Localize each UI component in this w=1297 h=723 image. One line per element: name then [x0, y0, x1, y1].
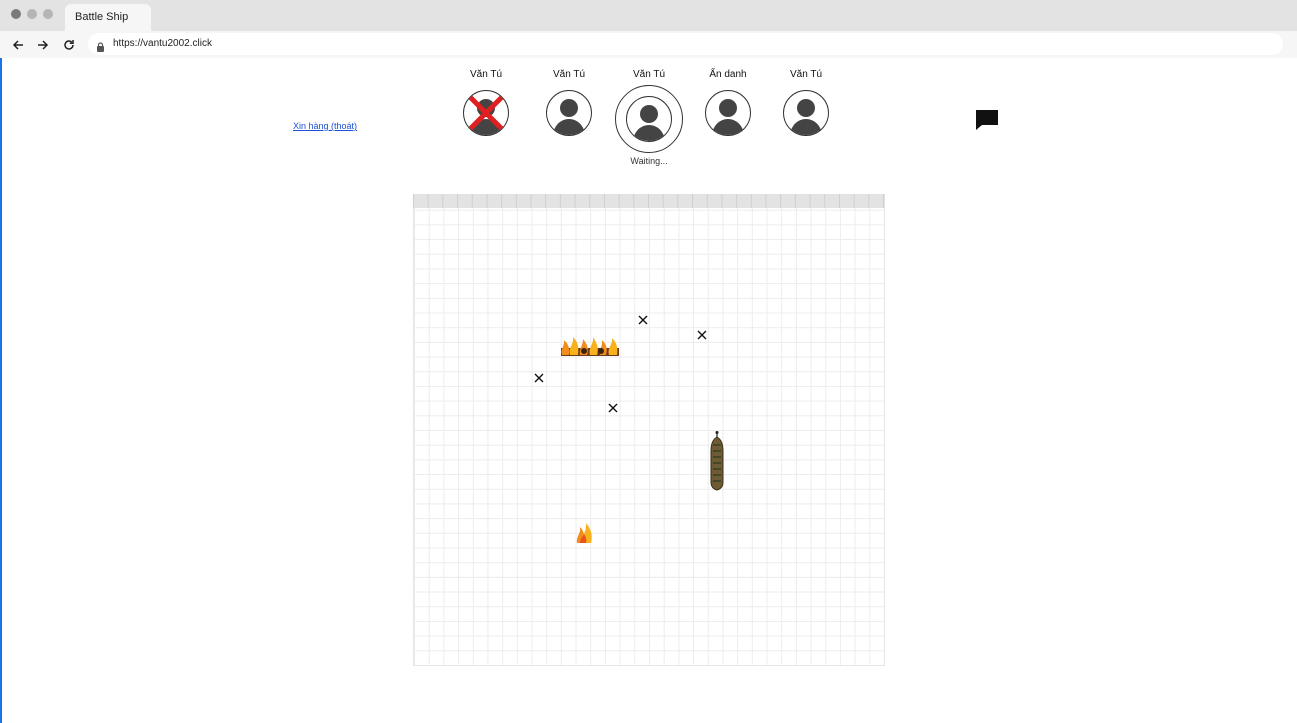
player-name: Văn Tú: [632, 69, 666, 80]
user-avatar-icon: [783, 90, 829, 136]
board-header-row: [413, 194, 885, 208]
game-board[interactable]: [413, 194, 885, 666]
miss-mark-icon: [697, 330, 707, 340]
back-arrow-icon[interactable]: [9, 36, 27, 54]
user-avatar-icon: [626, 96, 672, 142]
maximize-window-dot[interactable]: [43, 9, 53, 19]
waiting-status: Waiting...: [630, 156, 668, 166]
ship-icon: [709, 431, 725, 496]
tab-title: Battle Ship: [75, 11, 129, 23]
user-avatar-icon: [705, 90, 751, 136]
browser-tab[interactable]: Battle Ship: [65, 4, 151, 31]
player-name: Văn Tú: [552, 69, 586, 80]
miss-mark-icon: [534, 373, 544, 383]
miss-mark-icon: [638, 315, 648, 325]
burning-ship-icon: [560, 333, 620, 362]
active-turn-ring: [615, 85, 683, 153]
player-slot-2: Văn Tú: [529, 68, 609, 136]
red-x-icon: [467, 94, 505, 132]
url-text: https://vantu2002.click: [113, 38, 212, 49]
close-window-dot[interactable]: [11, 9, 21, 19]
player-slot-3: Văn Tú Waiting...: [609, 68, 689, 166]
browser-tab-bar: Battle Ship: [0, 0, 1297, 31]
chat-bubble-icon[interactable]: [975, 108, 999, 137]
player-name: Văn Tú: [789, 69, 823, 80]
minimize-window-dot[interactable]: [27, 9, 37, 19]
browser-toolbar: https://vantu2002.click: [0, 31, 1297, 58]
player-slot-1: Văn Tú: [446, 68, 526, 136]
user-avatar-icon: [546, 90, 592, 136]
player-slot-4: Ẩn danh: [688, 68, 768, 136]
miss-mark-icon: [608, 403, 618, 413]
forward-arrow-icon[interactable]: [34, 36, 52, 54]
game-page: Xin hàng (thoát) Văn Tú Văn Tú Văn Tú Wa…: [0, 58, 1297, 723]
surrender-link[interactable]: Xin hàng (thoát): [293, 121, 357, 131]
user-avatar-icon: [463, 90, 509, 136]
reload-icon[interactable]: [60, 36, 78, 54]
player-name: Ẩn danh: [709, 69, 747, 80]
player-slot-5: Văn Tú: [766, 68, 846, 136]
address-bar[interactable]: https://vantu2002.click: [88, 33, 1283, 55]
player-name: Văn Tú: [469, 69, 503, 80]
fire-hit-icon: [576, 522, 594, 549]
